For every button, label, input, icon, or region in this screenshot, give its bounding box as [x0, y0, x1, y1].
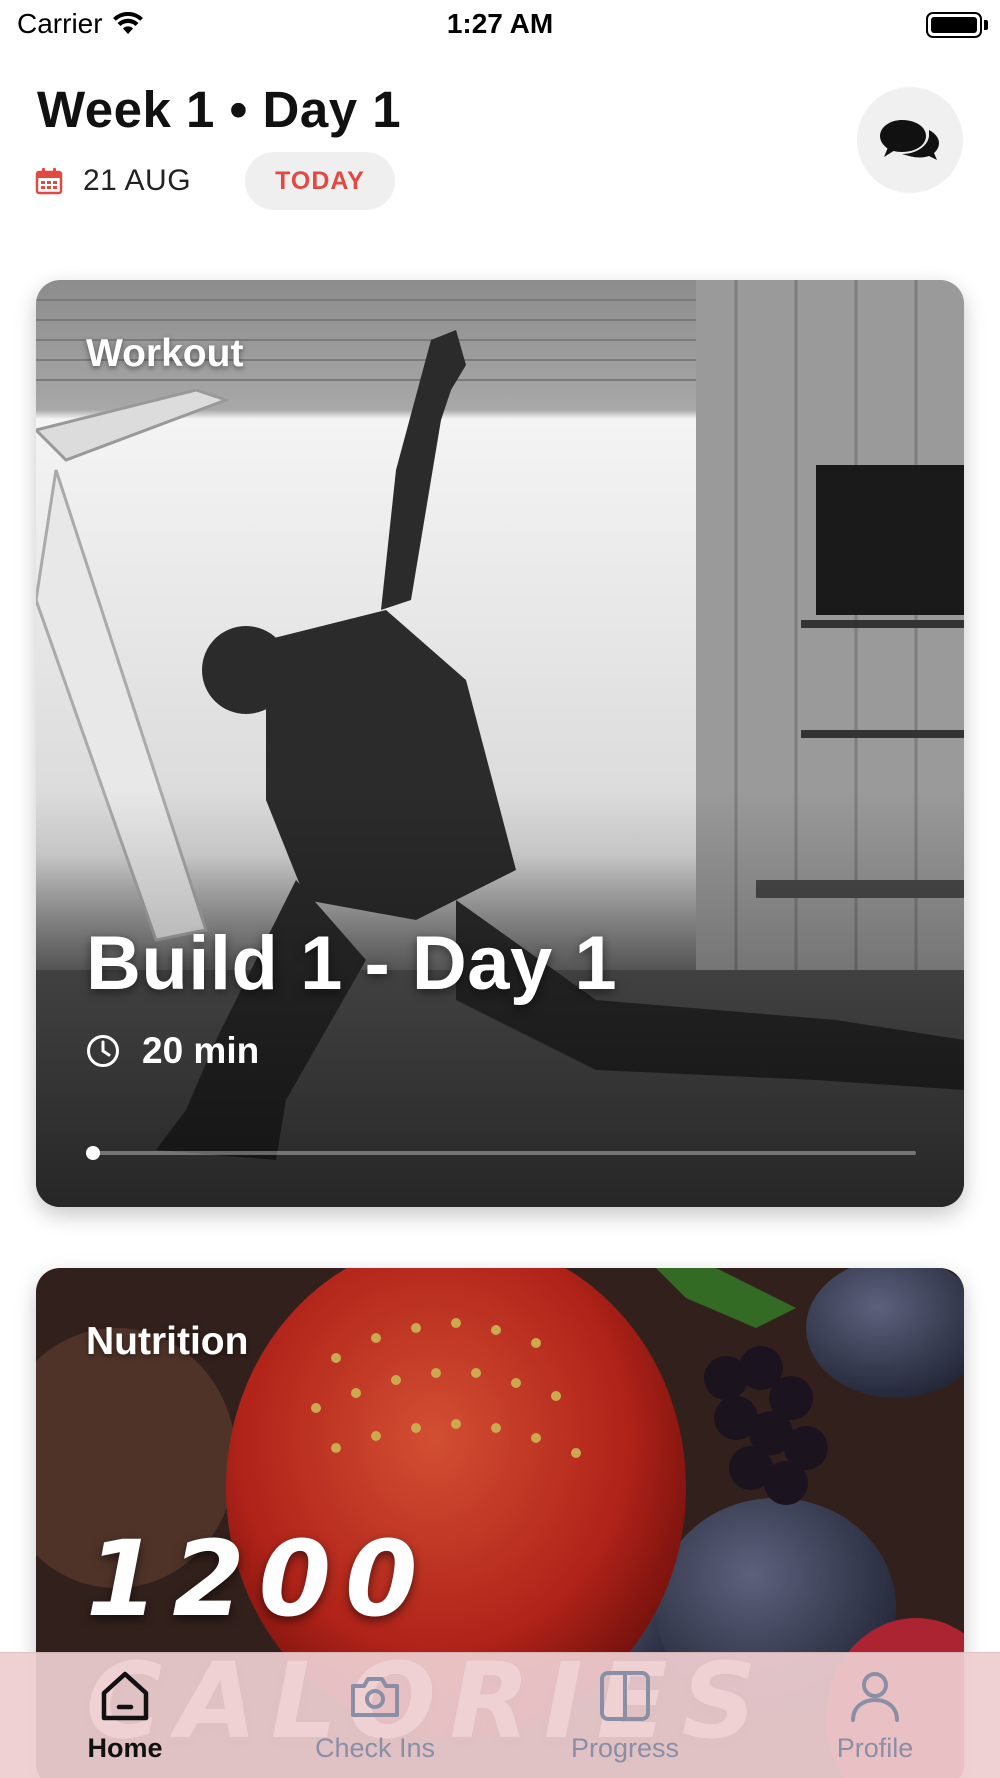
home-icon — [101, 1671, 149, 1721]
tab-check-ins[interactable]: Check Ins — [250, 1653, 500, 1778]
status-time: 1:27 AM — [446, 8, 554, 39]
today-badge[interactable]: TODAY — [245, 152, 395, 210]
tab-progress-label: Progress — [570, 1733, 680, 1763]
tab-profile[interactable]: Profile — [750, 1653, 1000, 1778]
tab-home[interactable]: Home — [0, 1653, 250, 1778]
split-panel-icon — [600, 1671, 650, 1721]
page-title: Week 1 • Day 1 — [37, 81, 402, 138]
workout-label: Workout — [86, 332, 244, 375]
workout-title: Build 1 - Day 1 — [86, 921, 618, 1006]
chat-button[interactable] — [857, 87, 963, 193]
workout-progress-track — [86, 1151, 916, 1155]
duration-row: 20 min — [86, 1030, 259, 1072]
home-screen: Carrier 1:27 AM Week 1 • Day 1 21 AUG TO — [0, 0, 1000, 1778]
tab-check-ins-label: Check Ins — [314, 1733, 436, 1763]
workout-progress-dot — [86, 1146, 100, 1160]
battery-icon — [926, 12, 982, 38]
tab-home-label: Home — [87, 1733, 163, 1763]
tab-profile-label: Profile — [836, 1733, 914, 1763]
calendar-icon — [35, 168, 63, 195]
battery-cap — [984, 20, 988, 30]
chat-bubbles-icon — [880, 120, 939, 160]
workout-duration: 20 min — [142, 1030, 260, 1071]
tab-progress[interactable]: Progress — [500, 1653, 750, 1778]
camera-icon — [351, 1677, 399, 1717]
date-row: 21 AUG TODAY — [35, 152, 395, 210]
person-icon — [851, 1672, 899, 1722]
tab-bar: Home Check Ins Progress Profile — [0, 1652, 1000, 1778]
workout-card[interactable]: Workout Build 1 - Day 1 20 min — [36, 280, 964, 1207]
nutrition-label: Nutrition — [86, 1320, 249, 1363]
status-bar: Carrier 1:27 AM — [0, 0, 1000, 52]
date-label: 21 AUG — [83, 164, 192, 197]
clock-icon — [87, 1035, 119, 1067]
